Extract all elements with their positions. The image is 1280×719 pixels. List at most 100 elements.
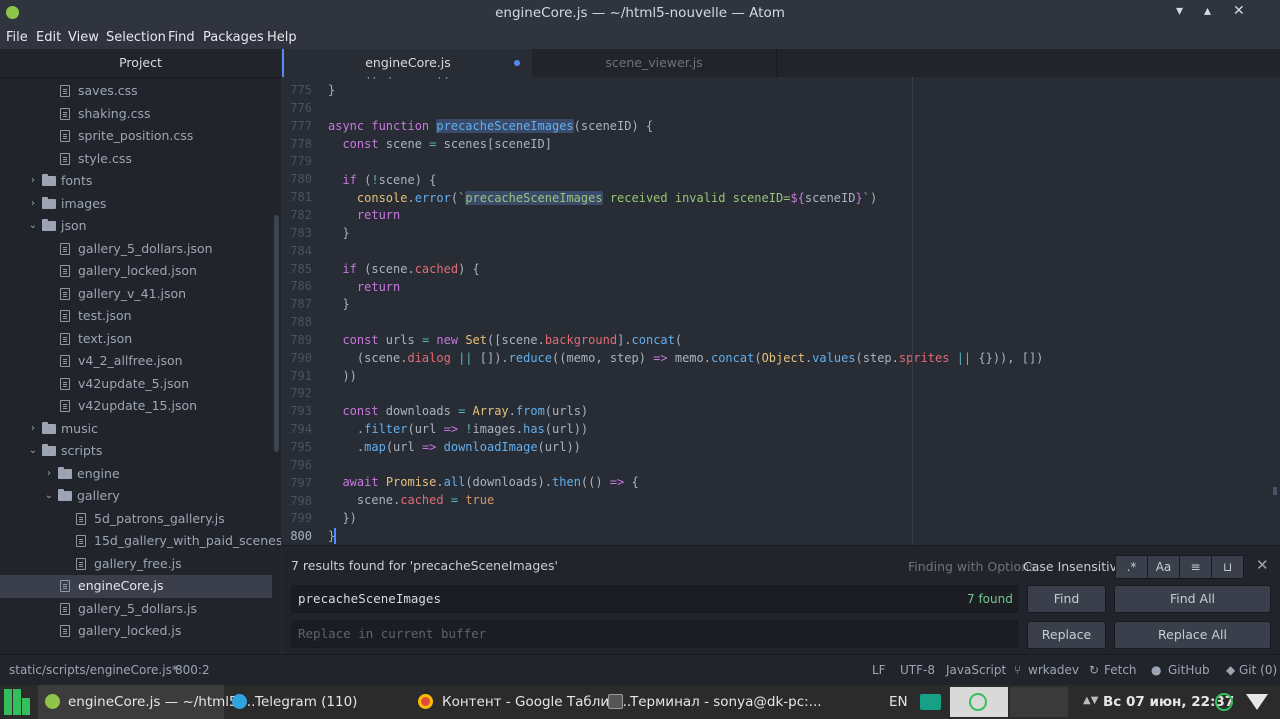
line-number: 778 bbox=[290, 136, 312, 151]
tree-item-label: gallery_locked.json bbox=[78, 263, 197, 278]
tree-file[interactable]: gallery_locked.js bbox=[0, 620, 272, 643]
in-selection-toggle[interactable]: ≡ bbox=[1179, 555, 1212, 579]
taskbar-item-terminal[interactable]: Терминал - sonya@dk-pc:... bbox=[604, 685, 822, 719]
maximize-icon[interactable]: ▴ bbox=[1204, 3, 1211, 19]
minimize-icon[interactable]: ▾ bbox=[1176, 3, 1183, 19]
workspace-1[interactable] bbox=[950, 687, 1008, 717]
file-icon bbox=[60, 152, 70, 165]
tree-folder[interactable]: ⌄ scripts bbox=[0, 440, 272, 463]
tree-folder[interactable]: › engine bbox=[0, 463, 272, 486]
tree-file[interactable]: engineCore.js bbox=[0, 575, 272, 598]
tree-folder[interactable]: ⌄ json bbox=[0, 215, 272, 238]
replace-input[interactable]: Replace in current buffer bbox=[291, 620, 1018, 648]
tree-header[interactable]: Project bbox=[0, 49, 281, 78]
chevron-right-icon[interactable]: › bbox=[28, 193, 38, 215]
menu-help[interactable]: Help bbox=[267, 30, 297, 45]
tree-file[interactable]: 5d_patrons_gallery.js bbox=[0, 508, 272, 531]
code-line: scene.cached = true bbox=[328, 493, 495, 507]
tree-scrollbar[interactable] bbox=[274, 215, 279, 452]
close-icon[interactable]: ✕ bbox=[1233, 3, 1245, 19]
chevron-down-icon[interactable]: ⌄ bbox=[44, 485, 54, 507]
chrome-icon bbox=[418, 694, 433, 709]
status-line-ending[interactable]: LF bbox=[872, 663, 886, 677]
update-icon[interactable] bbox=[1215, 693, 1233, 711]
chevron-right-icon[interactable]: › bbox=[28, 418, 38, 440]
case-sensitive-toggle[interactable]: Aa bbox=[1147, 555, 1180, 579]
file-icon bbox=[76, 535, 86, 547]
tree-file[interactable]: v4_2_allfree.json bbox=[0, 350, 272, 373]
wifi-icon[interactable] bbox=[1246, 694, 1268, 710]
taskbar-item-telegram[interactable]: Telegram (110) bbox=[228, 685, 408, 719]
menu-file[interactable]: File bbox=[6, 30, 28, 45]
menu-edit[interactable]: Edit bbox=[36, 30, 61, 45]
workspace-icon[interactable] bbox=[920, 694, 941, 710]
line-number: 791 bbox=[290, 368, 312, 383]
line-number: 793 bbox=[290, 404, 312, 419]
chevron-down-icon[interactable]: ⌄ bbox=[28, 215, 38, 237]
regex-toggle[interactable]: .* bbox=[1115, 555, 1148, 579]
tray-arrows-icon[interactable]: ▲▼ bbox=[1083, 695, 1098, 706]
tree-folder[interactable]: › images bbox=[0, 193, 272, 216]
wrap-guide bbox=[912, 77, 913, 545]
tree-file[interactable]: sprite_position.css bbox=[0, 125, 272, 148]
menu-selection[interactable]: Selection bbox=[106, 30, 166, 45]
taskbar-item-atom[interactable]: engineCore.js — ~/html5-... bbox=[38, 685, 255, 719]
status-grammar[interactable]: JavaScript bbox=[946, 663, 1006, 677]
tab-label: scene_viewer.js bbox=[605, 55, 703, 70]
chevron-down-icon[interactable]: ⌄ bbox=[28, 440, 38, 462]
tree-file[interactable]: text.json bbox=[0, 328, 272, 351]
taskbar-item-chrome[interactable]: Контент - Google Таблиц... bbox=[414, 685, 631, 719]
tab-enginecore[interactable]: engineCore.js bbox=[282, 49, 532, 77]
status-cursor-position[interactable]: 800:2 bbox=[175, 663, 210, 677]
menu-packages[interactable]: Packages bbox=[203, 30, 264, 45]
find-results-text: 7 results found for 'precacheSceneImages… bbox=[291, 558, 558, 573]
tab-scene-viewer[interactable]: scene_viewer.js bbox=[532, 49, 777, 77]
tree-file[interactable]: gallery_5_dollars.js bbox=[0, 598, 272, 621]
tree-file[interactable]: gallery_v_41.json bbox=[0, 283, 272, 306]
chevron-right-icon[interactable]: › bbox=[44, 463, 54, 485]
tree-file[interactable]: gallery_free.js bbox=[0, 553, 272, 576]
tree-file[interactable]: gallery_5_dollars.json bbox=[0, 238, 272, 261]
find-input[interactable]: precacheSceneImages bbox=[291, 585, 1018, 613]
keyboard-layout[interactable]: EN bbox=[889, 694, 908, 710]
editor-scrollbar[interactable] bbox=[1273, 487, 1277, 495]
tree-folder[interactable]: › fonts bbox=[0, 170, 272, 193]
menu-bar: File Edit View Selection Find Packages H… bbox=[0, 27, 1280, 49]
line-number: 792 bbox=[290, 386, 312, 401]
tree-file[interactable]: saves.css bbox=[0, 80, 272, 103]
tree-file[interactable]: gallery_locked.json bbox=[0, 260, 272, 283]
close-find-icon[interactable]: ✕ bbox=[1256, 556, 1269, 574]
status-fetch[interactable]: Fetch bbox=[1104, 663, 1137, 677]
workspace-2[interactable] bbox=[1010, 687, 1068, 717]
find-input-value: precacheSceneImages bbox=[298, 591, 441, 606]
manjaro-menu-icon[interactable] bbox=[4, 689, 30, 715]
tree-file[interactable]: v42update_5.json bbox=[0, 373, 272, 396]
fetch-icon: ↻ bbox=[1089, 663, 1100, 677]
modified-indicator-icon bbox=[514, 60, 520, 66]
tree-file[interactable]: style.css bbox=[0, 148, 272, 171]
menu-find[interactable]: Find bbox=[168, 30, 195, 45]
code-line: .().( . . )) bbox=[328, 77, 451, 80]
tree-file[interactable]: 15d_gallery_with_paid_scenes.js bbox=[0, 530, 281, 553]
file-icon bbox=[60, 130, 70, 142]
status-github[interactable]: GitHub bbox=[1168, 663, 1210, 677]
replace-button[interactable]: Replace bbox=[1027, 621, 1106, 649]
menu-view[interactable]: View bbox=[68, 30, 99, 45]
status-encoding[interactable]: UTF-8 bbox=[900, 663, 935, 677]
tree-folder[interactable]: ⌄ gallery bbox=[0, 485, 272, 508]
tree-file[interactable]: test.json bbox=[0, 305, 272, 328]
tree-folder[interactable]: › music bbox=[0, 418, 272, 441]
find-all-button[interactable]: Find All bbox=[1114, 585, 1271, 613]
code-editor[interactable]: 775 776 777 778 779 780 781 782 783 784 785 786 787 7… bbox=[282, 77, 1280, 545]
whole-word-toggle[interactable]: ⊔ bbox=[1211, 555, 1244, 579]
tree-item-label: sprite_position.css bbox=[78, 128, 194, 143]
find-button[interactable]: Find bbox=[1027, 585, 1106, 613]
tree-file[interactable]: shaking.css bbox=[0, 103, 272, 126]
chevron-right-icon[interactable]: › bbox=[28, 170, 38, 192]
line-number: 777 bbox=[290, 118, 312, 133]
tree-file[interactable]: v42update_15.json bbox=[0, 395, 272, 418]
status-git[interactable]: Git (0) bbox=[1239, 663, 1277, 677]
status-branch[interactable]: wrkadev bbox=[1028, 663, 1079, 677]
status-file-path[interactable]: static/scripts/engineCore.js* bbox=[9, 663, 178, 677]
replace-all-button[interactable]: Replace All bbox=[1114, 621, 1271, 649]
